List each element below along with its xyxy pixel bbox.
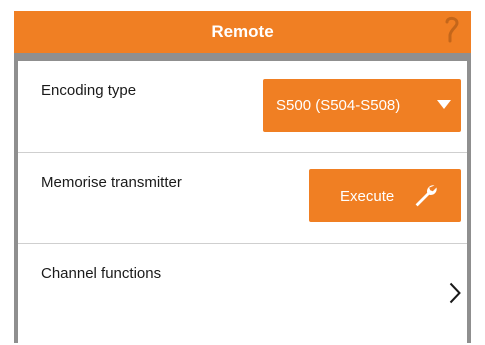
memorise-transmitter-row: Memorise transmitter Execute (18, 152, 467, 243)
encoding-type-label: Encoding type (41, 82, 137, 99)
caret-down-icon (437, 100, 451, 109)
encoding-type-row: Encoding type S500 (S504-S508) (18, 61, 467, 152)
page-title: Remote (211, 22, 274, 41)
memorise-transmitter-label: Memorise transmitter (41, 174, 182, 191)
encoding-type-value: S500 (S504-S508) (276, 97, 401, 114)
settings-panel: Encoding type S500 (S504-S508) Memorise … (18, 61, 467, 343)
remote-dialog: Remote Encoding type S500 (S504-S508) Me… (14, 11, 471, 343)
execute-button[interactable]: Execute (309, 169, 461, 222)
wrench-icon (415, 185, 437, 207)
encoding-type-select[interactable]: S500 (S504-S508) (263, 79, 461, 132)
chevron-right-icon (449, 282, 461, 304)
header-bar: Remote (14, 11, 471, 53)
execute-button-label: Execute (340, 188, 395, 205)
channel-functions-label: Channel functions (41, 265, 162, 282)
help-question-icon[interactable] (443, 15, 461, 45)
channel-functions-row[interactable]: Channel functions (18, 243, 467, 343)
